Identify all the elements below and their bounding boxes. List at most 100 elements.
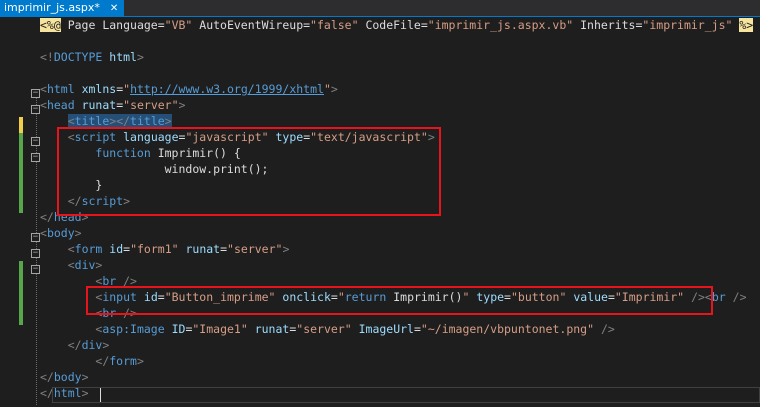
- code-token: >: [136, 354, 144, 368]
- code-token: runat: [81, 98, 117, 112]
- code-token: ></: [109, 114, 131, 128]
- code-token: >: [330, 82, 338, 96]
- code-token: >: [164, 114, 172, 128]
- code-token: >: [282, 242, 290, 256]
- code-token: html: [46, 82, 75, 96]
- code-token: http://www.w3.org/1999/xhtml: [130, 82, 324, 96]
- code-token: "imprimir_js": [642, 18, 733, 32]
- code-token: %>: [739, 18, 754, 32]
- code-token: div: [74, 258, 96, 272]
- text-caret: [100, 388, 101, 402]
- code-token: "server": [227, 242, 283, 256]
- code-line-23[interactable]: </body>: [40, 369, 89, 385]
- code-token: <: [40, 82, 47, 96]
- code-token: br: [711, 290, 726, 304]
- code-token: Inherits=: [573, 18, 643, 32]
- code-token: >: [102, 338, 110, 352]
- code-token: ImageUrl: [358, 322, 414, 336]
- code-token: <%@: [40, 18, 61, 32]
- input-highlight-box: [86, 286, 713, 315]
- close-icon[interactable]: ✕: [110, 1, 118, 17]
- code-token: body: [46, 226, 75, 240]
- code-token: runat: [185, 242, 221, 256]
- code-token: DOCTYPE: [53, 50, 103, 64]
- code-line-16[interactable]: <div>: [40, 257, 103, 273]
- code-token: CodeFile=: [358, 18, 428, 32]
- code-token: "Image1": [192, 322, 248, 336]
- fold-toggle-form[interactable]: −: [31, 249, 40, 258]
- code-line-15[interactable]: <form id="form1" runat="server">: [40, 241, 290, 257]
- fold-toggle-script[interactable]: −: [31, 137, 40, 146]
- fold-toggle-html[interactable]: −: [31, 89, 40, 98]
- code-token: <: [40, 226, 47, 240]
- code-line-5[interactable]: <html xmlns="http://www.w3.org/1999/xhtm…: [40, 81, 338, 97]
- code-token: runat: [254, 322, 290, 336]
- code-token: ": [323, 82, 331, 96]
- code-line-20[interactable]: <asp:Image ID="Image1" runat="server" Im…: [40, 321, 615, 337]
- code-token: >: [95, 258, 103, 272]
- code-token: "server": [296, 322, 352, 336]
- code-token: form: [74, 242, 103, 256]
- code-token: AutoEventWireup=: [192, 18, 311, 32]
- document-tab-bar: imprimir_js.aspx* ✕: [0, 0, 760, 17]
- saved-change-marker: [19, 261, 23, 325]
- code-token: head: [46, 98, 75, 112]
- code-token: =: [220, 242, 228, 256]
- document-tab[interactable]: imprimir_js.aspx* ✕: [0, 0, 125, 17]
- current-line-highlight: [52, 387, 760, 403]
- code-editor[interactable]: − − − − − − − <%@ Page Language="VB" Aut…: [0, 17, 760, 407]
- code-token: </: [67, 338, 82, 352]
- code-token: ID: [171, 322, 186, 336]
- code-token: "server": [123, 98, 179, 112]
- unsaved-change-marker: [19, 117, 23, 133]
- fold-toggle-head[interactable]: −: [31, 105, 40, 114]
- code-line-1[interactable]: <%@ Page Language="VB" AutoEventWireup="…: [40, 17, 754, 33]
- code-token: >: [178, 98, 186, 112]
- code-token: form: [109, 354, 137, 368]
- code-token: />: [600, 322, 615, 336]
- code-line-22[interactable]: </form>: [40, 353, 144, 369]
- code-token: <: [67, 114, 75, 128]
- code-token: title: [74, 114, 110, 128]
- saved-change-marker: [19, 133, 23, 213]
- script-highlight-box: [57, 127, 441, 216]
- code-token: "form1": [130, 242, 179, 256]
- code-token: <!: [40, 50, 54, 64]
- code-token: </: [95, 354, 110, 368]
- code-token: "~/imagen/vbpuntonet.png": [420, 322, 595, 336]
- code-token: div: [81, 338, 103, 352]
- code-token: Page Language=: [60, 18, 165, 32]
- code-token: "VB": [164, 18, 193, 32]
- fold-toggle-body[interactable]: −: [31, 233, 40, 242]
- code-token: </: [40, 210, 54, 224]
- code-token: asp:Image: [102, 322, 165, 336]
- fold-toggle-div[interactable]: −: [31, 265, 40, 274]
- code-line-6[interactable]: <head runat="server">: [40, 97, 185, 113]
- code-line-21[interactable]: </div>: [40, 337, 110, 353]
- code-token: "false": [310, 18, 359, 32]
- code-token: />: [732, 290, 747, 304]
- code-token: "imprimir_js.aspx.vb": [427, 18, 574, 32]
- code-line-3[interactable]: <!DOCTYPE html>: [40, 49, 144, 65]
- fold-toggle-function[interactable]: −: [31, 153, 40, 162]
- code-token: html: [109, 50, 137, 64]
- code-token: </: [40, 370, 54, 384]
- code-token: title: [130, 114, 165, 128]
- code-token: >: [81, 370, 89, 384]
- code-line-14[interactable]: <body>: [40, 225, 82, 241]
- code-token: =: [413, 322, 421, 336]
- code-token: id: [109, 242, 124, 256]
- code-token: xmlns: [81, 82, 117, 96]
